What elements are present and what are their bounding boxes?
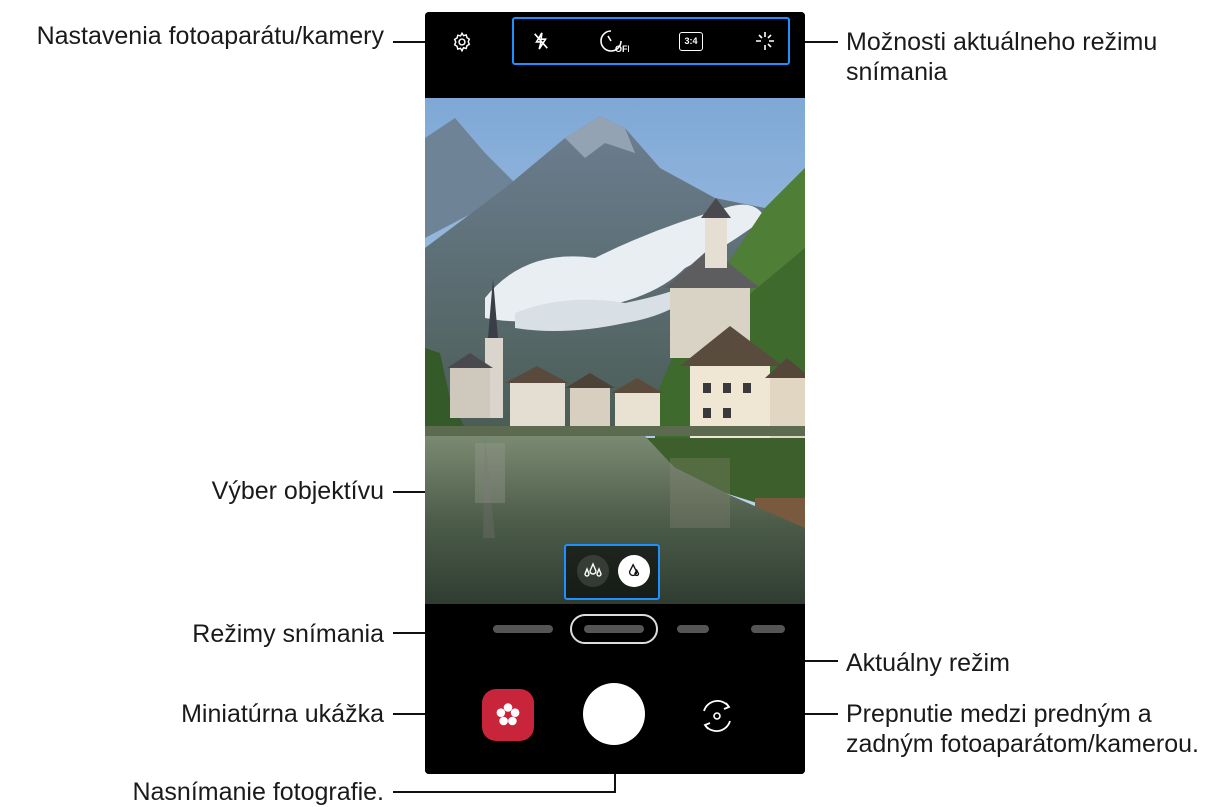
flash-off-icon	[534, 32, 548, 50]
ultra-wide-lens-icon	[584, 562, 602, 577]
camera-screen: OFF 3:4	[425, 12, 805, 774]
viewfinder[interactable]	[425, 98, 805, 604]
shutter-button[interactable]	[583, 683, 645, 745]
current-mode[interactable]	[570, 614, 658, 644]
ratio-text: 3:4	[684, 36, 698, 46]
standard-lens-button[interactable]	[618, 555, 650, 587]
callout-current-mode: Aktuálny režim	[846, 649, 1010, 677]
flash-button[interactable]	[526, 25, 556, 57]
timer-off-text: OFF	[615, 44, 629, 54]
callout-thumbnail: Miniatúrna ukážka	[181, 700, 384, 728]
switch-camera-icon	[703, 700, 731, 732]
callout-settings: Nastavenia fotoaparátu/kamery	[36, 22, 384, 50]
wide-lens-button[interactable]	[577, 555, 609, 587]
callout-modes: Režimy snímania	[192, 620, 384, 648]
gear-icon	[453, 31, 471, 53]
callout-switch-camera: Prepnutie medzi predným a zadným fotoapa…	[846, 699, 1228, 759]
sparkle-icon	[756, 32, 774, 50]
lens-selector	[564, 544, 660, 600]
mode-item[interactable]	[751, 625, 785, 633]
callout-options: Možnosti aktuálneho režimu snímania	[846, 27, 1206, 87]
ratio-button[interactable]: 3:4	[674, 25, 708, 57]
viewfinder-scene	[425, 98, 805, 604]
thumbnail-preview[interactable]	[482, 689, 534, 741]
settings-button[interactable]	[447, 27, 477, 57]
current-mode-label	[584, 625, 644, 633]
callout-switch-camera-text: Prepnutie medzi predným a zadným fotoapa…	[846, 700, 1199, 758]
mode-item[interactable]	[677, 625, 709, 633]
callout-capture: Nasnímanie fotografie.	[132, 778, 384, 806]
bottom-controls	[425, 658, 805, 774]
callout-options-text: Možnosti aktuálneho režimu snímania	[846, 28, 1158, 86]
standard-lens-icon	[628, 563, 640, 577]
top-bar: OFF 3:4	[425, 12, 805, 98]
timer-button[interactable]: OFF	[594, 24, 630, 58]
mode-item[interactable]	[493, 625, 553, 633]
gallery-flower-icon	[496, 703, 520, 726]
shooting-modes-bar	[425, 604, 805, 658]
ratio-icon: 3:4	[679, 31, 703, 51]
callout-lens: Výber objektívu	[211, 477, 384, 505]
mode-options-bar: OFF 3:4	[512, 17, 790, 65]
switch-camera-button[interactable]	[696, 695, 738, 737]
timer-off-icon: OFF	[600, 30, 629, 54]
callout-line-capture-h	[393, 791, 616, 793]
effects-button[interactable]	[750, 25, 780, 57]
